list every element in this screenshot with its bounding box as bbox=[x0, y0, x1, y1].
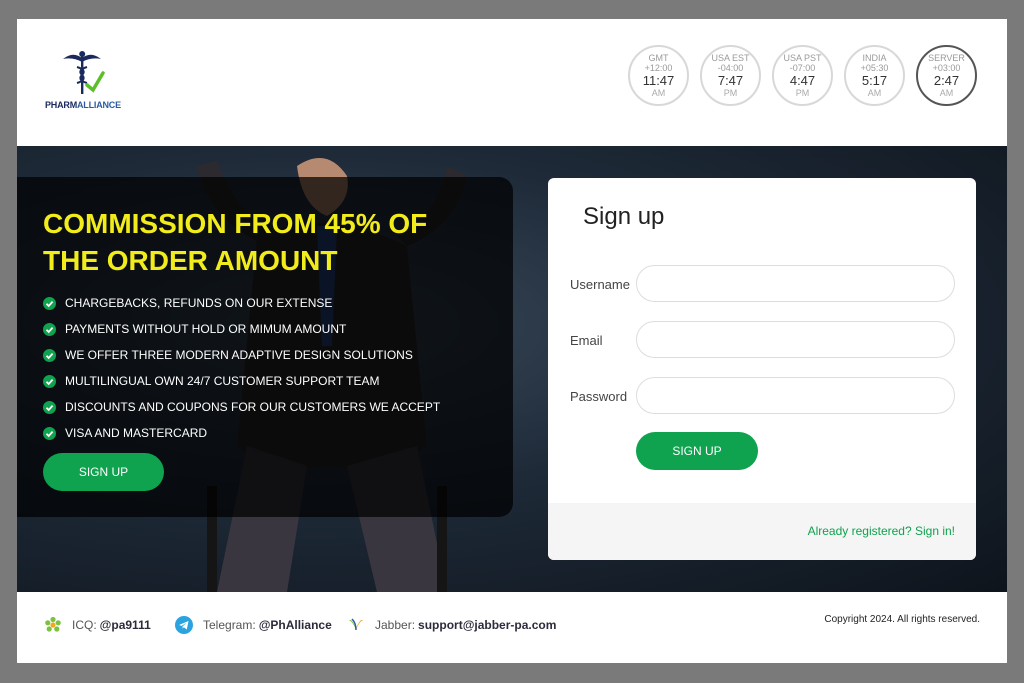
telegram-label: Telegram: bbox=[203, 618, 256, 632]
signup-title: Sign up bbox=[583, 203, 665, 230]
promo-signup-button[interactable]: SIGN UP bbox=[43, 453, 164, 491]
clock-india: INDIA +05:30 5:17 AM bbox=[844, 45, 905, 106]
clock-offset: -04:00 bbox=[717, 63, 744, 73]
promo-panel: COMMISSION FROM 45% OF THE ORDER AMOUNT … bbox=[17, 177, 513, 517]
jabber-icon bbox=[349, 618, 363, 631]
password-label: Password bbox=[570, 389, 628, 404]
clock-ampm: PM bbox=[795, 88, 810, 98]
clock-ampm: AM bbox=[651, 88, 666, 98]
jabber-contact[interactable]: Jabber: support@jabber-pa.com bbox=[347, 616, 556, 634]
check-icon bbox=[43, 400, 56, 414]
hero-banner: COMMISSION FROM 45% OF THE ORDER AMOUNT … bbox=[17, 146, 1007, 592]
signup-card: Sign up Username Email Password SIGN UP … bbox=[548, 178, 976, 560]
telegram-contact[interactable]: Telegram: @PhAlliance bbox=[175, 616, 332, 634]
jabber-label: Jabber: bbox=[375, 618, 416, 632]
clock-time: 5:17 bbox=[861, 73, 888, 88]
brand-name-part1: PHARM bbox=[45, 100, 77, 110]
signup-card-footer: Already registered? Sign in! bbox=[548, 503, 976, 560]
header: PHARMALLIANCE GMT +12:00 11:47 AM USA ES… bbox=[17, 19, 1007, 146]
world-clocks: GMT +12:00 11:47 AM USA EST -04:00 7:47 … bbox=[628, 45, 977, 106]
benefit-item: DISCOUNTS AND COUPONS FOR OUR CUSTOMERS … bbox=[43, 394, 440, 420]
clock-time: 11:47 bbox=[642, 73, 675, 88]
clock-time: 2:47 bbox=[933, 73, 960, 88]
clock-zone: SERVER bbox=[928, 53, 965, 63]
benefit-text: WE OFFER THREE MODERN ADAPTIVE DESIGN SO… bbox=[65, 348, 413, 362]
clock-server: SERVER +03:00 2:47 AM bbox=[916, 45, 977, 106]
copyright: Copyright 2024. All rights reserved. bbox=[824, 614, 980, 625]
benefit-text: MULTILINGUAL OWN 24/7 CUSTOMER SUPPORT T… bbox=[65, 374, 380, 388]
promo-headline: COMMISSION FROM 45% OF THE ORDER AMOUNT bbox=[43, 208, 428, 276]
benefit-item: WE OFFER THREE MODERN ADAPTIVE DESIGN SO… bbox=[43, 342, 440, 368]
jabber-value: support@jabber-pa.com bbox=[418, 618, 557, 632]
password-input[interactable] bbox=[636, 377, 955, 414]
benefit-item: VISA AND MASTERCARD bbox=[43, 420, 440, 446]
signup-submit-button[interactable]: SIGN UP bbox=[636, 432, 758, 470]
clock-offset: +12:00 bbox=[644, 63, 673, 73]
telegram-icon bbox=[175, 616, 193, 634]
email-label: Email bbox=[570, 333, 603, 348]
username-input[interactable] bbox=[636, 265, 955, 302]
brand-logo[interactable]: PHARMALLIANCE bbox=[43, 49, 123, 114]
benefit-text: DISCOUNTS AND COUPONS FOR OUR CUSTOMERS … bbox=[65, 400, 441, 414]
benefit-text: VISA AND MASTERCARD bbox=[65, 426, 208, 440]
clock-offset: +03:00 bbox=[932, 63, 961, 73]
icq-value: @pa9111 bbox=[99, 618, 151, 632]
benefits-list: CHARGEBACKS, REFUNDS ON OUR EXTENSE PAYM… bbox=[43, 290, 440, 446]
benefit-item: CHARGEBACKS, REFUNDS ON OUR EXTENSE bbox=[43, 290, 440, 316]
check-icon bbox=[43, 296, 56, 310]
username-label: Username bbox=[570, 277, 630, 292]
benefit-item: MULTILINGUAL OWN 24/7 CUSTOMER SUPPORT T… bbox=[43, 368, 440, 394]
icq-contact[interactable]: ICQ: @pa9111 bbox=[44, 616, 151, 634]
clock-usa-est: USA EST -04:00 7:47 PM bbox=[700, 45, 761, 106]
check-icon bbox=[43, 322, 56, 336]
check-icon bbox=[43, 374, 56, 388]
clock-ampm: PM bbox=[723, 88, 738, 98]
benefit-text: PAYMENTS WITHOUT HOLD OR MIMUM AMOUNT bbox=[65, 322, 347, 336]
telegram-value: @PhAlliance bbox=[258, 618, 332, 632]
clock-time: 4:47 bbox=[789, 73, 816, 88]
clock-usa-pst: USA PST -07:00 4:47 PM bbox=[772, 45, 833, 106]
brand-wordmark: PHARMALLIANCE bbox=[45, 100, 121, 110]
benefit-item: PAYMENTS WITHOUT HOLD OR MIMUM AMOUNT bbox=[43, 316, 440, 342]
icq-flower-icon bbox=[45, 616, 61, 632]
icq-label: ICQ: bbox=[72, 618, 97, 632]
clock-gmt: GMT +12:00 11:47 AM bbox=[628, 45, 689, 106]
clock-time: 7:47 bbox=[717, 73, 744, 88]
check-icon bbox=[43, 348, 56, 362]
email-input[interactable] bbox=[636, 321, 955, 358]
benefit-text: CHARGEBACKS, REFUNDS ON OUR EXTENSE bbox=[65, 296, 333, 310]
signin-link[interactable]: Already registered? Sign in! bbox=[808, 524, 955, 538]
clock-zone: USA EST bbox=[711, 53, 750, 63]
page-frame: PHARMALLIANCE GMT +12:00 11:47 AM USA ES… bbox=[17, 19, 1007, 663]
caduceus-icon bbox=[63, 51, 105, 94]
clock-offset: -07:00 bbox=[789, 63, 816, 73]
footer: ICQ: @pa9111 Telegram: @PhAlliance Jabbe… bbox=[17, 592, 1007, 663]
check-icon bbox=[43, 426, 56, 440]
clock-zone: USA PST bbox=[783, 53, 822, 63]
brand-name-part2: ALLIANCE bbox=[77, 100, 121, 110]
clock-ampm: AM bbox=[939, 88, 954, 98]
clock-offset: +05:30 bbox=[860, 63, 889, 73]
clock-zone: GMT bbox=[648, 53, 669, 63]
clock-zone: INDIA bbox=[862, 53, 887, 63]
clock-ampm: AM bbox=[867, 88, 882, 98]
